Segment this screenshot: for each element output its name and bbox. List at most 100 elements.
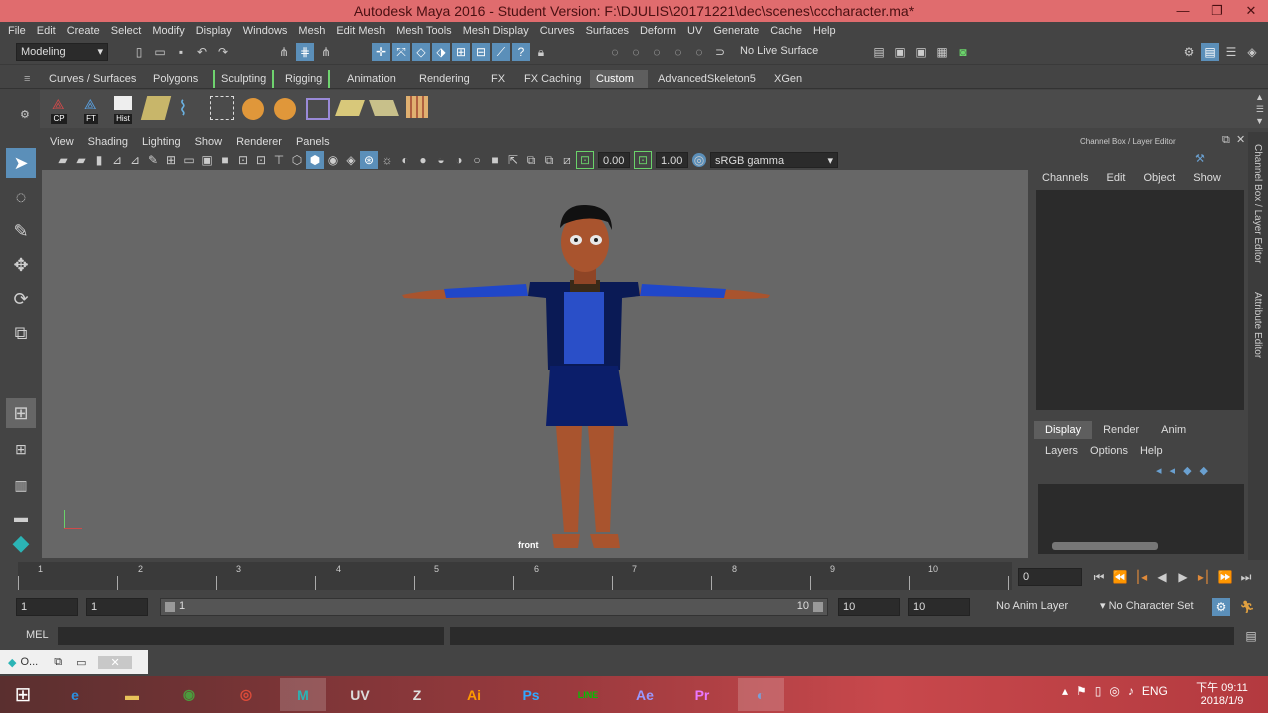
rotate-tool-icon[interactable]: ⟳: [6, 284, 36, 314]
cube-orange-icon[interactable]: [242, 98, 264, 120]
lasso-mesh-icon[interactable]: ◌: [690, 43, 708, 61]
playback-end-field[interactable]: 10: [838, 598, 900, 616]
play-back-icon[interactable]: ◀: [1153, 568, 1171, 586]
tab-rendering[interactable]: Rendering: [413, 70, 476, 88]
anim-prefs-icon[interactable]: ⚙: [1212, 598, 1230, 616]
show-menu[interactable]: Show: [1193, 172, 1221, 184]
render-view-icon[interactable]: ▤: [870, 43, 888, 61]
layer-list[interactable]: [1038, 484, 1244, 554]
attribute-editor-toggle-icon[interactable]: ▤: [1201, 43, 1219, 61]
step-forward-frame-icon[interactable]: ▸⎮: [1195, 568, 1213, 586]
snap-point-icon[interactable]: ◇: [412, 43, 430, 61]
menu-help[interactable]: Help: [813, 25, 836, 37]
menu-generate[interactable]: Generate: [713, 25, 759, 37]
outliner-layout-icon[interactable]: ▥: [6, 470, 36, 500]
layer-help-menu[interactable]: Help: [1140, 445, 1163, 457]
move-tool-icon[interactable]: ✥: [6, 250, 36, 280]
tab-layer-anim[interactable]: Anim: [1150, 421, 1197, 439]
safe-title-icon[interactable]: ⊤: [270, 151, 288, 169]
channels-menu[interactable]: Channels: [1042, 172, 1088, 184]
tab-layer-render[interactable]: Render: [1092, 421, 1150, 439]
minimized-window[interactable]: ◆ O... ⧉ ▭ ✕: [0, 650, 148, 674]
shadows-icon[interactable]: ☼: [378, 151, 396, 169]
use-all-lights-icon[interactable]: ⊛: [360, 151, 378, 169]
snap-edge-icon[interactable]: ⟋: [492, 43, 510, 61]
undo-icon[interactable]: ↶: [193, 43, 211, 61]
maximize-icon[interactable]: ▭: [76, 656, 86, 669]
lasso-tool-icon[interactable]: ◌: [6, 182, 36, 212]
tab-rigging[interactable]: Rigging: [279, 70, 331, 88]
animation-start-field[interactable]: 1: [16, 598, 78, 616]
tray-expand-icon[interactable]: ▴: [1062, 684, 1068, 698]
lock-icon[interactable]: 🔒︎: [532, 43, 550, 61]
menu-deform[interactable]: Deform: [640, 25, 676, 37]
textured-icon[interactable]: ◈: [342, 151, 360, 169]
single-perspective-layout-icon[interactable]: ⊞: [6, 398, 36, 428]
gate-mask-icon[interactable]: ■: [216, 151, 234, 169]
anim-layer-dropdown[interactable]: No Anim Layer: [992, 598, 1084, 616]
step-back-frame-icon[interactable]: ⎮◂: [1132, 568, 1150, 586]
select-object-icon[interactable]: ⋕: [296, 43, 314, 61]
minimize-button[interactable]: —: [1166, 0, 1200, 22]
camera-attributes-icon[interactable]: ▰: [54, 151, 72, 169]
menu-curves[interactable]: Curves: [540, 25, 575, 37]
tab-xgen[interactable]: XGen: [768, 70, 808, 88]
help-icon[interactable]: ?: [512, 43, 530, 61]
viewport-3d[interactable]: front: [42, 170, 1028, 558]
taskbar-app-button[interactable]: Pr: [679, 678, 725, 711]
play-forward-icon[interactable]: ▶: [1174, 568, 1192, 586]
close-button[interactable]: ✕: [1234, 0, 1268, 22]
script-editor-icon[interactable]: ▤: [1242, 627, 1260, 645]
motion-blur-icon[interactable]: ●: [414, 151, 432, 169]
panel-menu-lighting[interactable]: Lighting: [142, 136, 181, 148]
magnet-icon[interactable]: ⊃: [711, 43, 729, 61]
wireframe-icon[interactable]: ⬡: [288, 151, 306, 169]
hypershade-icon[interactable]: ◙: [954, 43, 972, 61]
camera-lock-icon[interactable]: ▰: [72, 151, 90, 169]
exposure-icon[interactable]: ⊡: [576, 151, 594, 169]
time-slider[interactable]: 1 2 3 4 5 6 7 8 9 10 0 ⏮ ⏪ ⎮◂ ◀ ▶ ▸⎮ ⏩ ⏭: [0, 560, 1268, 594]
smooth-shade-icon[interactable]: ⬢: [306, 151, 324, 169]
snap-plane-icon[interactable]: ⊟: [472, 43, 490, 61]
menu-edit[interactable]: Edit: [37, 25, 56, 37]
shelf-scroll-down-icon[interactable]: ▼: [1255, 116, 1264, 126]
snap-surface-icon[interactable]: ⊞: [452, 43, 470, 61]
paint-brush-icon[interactable]: ⌇: [178, 96, 202, 120]
lasso-curve-icon[interactable]: ◌: [648, 43, 666, 61]
live-surface-field[interactable]: No Live Surface: [736, 43, 826, 61]
float-panel-icon[interactable]: ⧉: [1222, 134, 1230, 147]
taskbar-app-button[interactable]: ▬: [109, 678, 155, 711]
layer-list-scrollbar[interactable]: [1052, 542, 1158, 550]
command-input[interactable]: [58, 627, 444, 645]
character-set-dropdown[interactable]: ▾ No Character Set: [1096, 598, 1202, 616]
new-layer-icon[interactable]: ◆: [1183, 464, 1191, 477]
range-start-handle[interactable]: [165, 602, 175, 612]
xray-active-icon[interactable]: ⧉: [522, 151, 540, 169]
render-current-icon[interactable]: ▣: [891, 43, 909, 61]
taskbar-app-button[interactable]: LINE: [565, 678, 611, 711]
network-icon[interactable]: ◎: [1109, 684, 1119, 698]
menu-select[interactable]: Select: [111, 25, 142, 37]
gamma-icon[interactable]: ⊡: [634, 151, 652, 169]
tab-sculpting[interactable]: Sculpting: [213, 70, 275, 88]
layer-move-down-icon[interactable]: ◂: [1170, 464, 1176, 477]
current-frame-field[interactable]: 0: [1018, 568, 1082, 586]
color-space-dropdown[interactable]: sRGB gamma ▾: [710, 152, 838, 168]
lasso-soft-icon[interactable]: ◌: [669, 43, 687, 61]
shelf-menu-icon[interactable]: ☰: [1256, 104, 1264, 115]
grid-select-icon[interactable]: [210, 96, 234, 120]
modeling-toolkit-icon[interactable]: ⚙: [1180, 43, 1198, 61]
snap-grid-icon[interactable]: ✛: [372, 43, 390, 61]
menu-file[interactable]: File: [8, 25, 26, 37]
select-tool-icon[interactable]: ➤: [6, 148, 36, 178]
plane-stack-icon[interactable]: [369, 100, 399, 116]
anti-aliasing-icon[interactable]: ◒: [432, 151, 450, 169]
panel-menu-show[interactable]: Show: [195, 136, 223, 148]
start-button[interactable]: ⊞: [0, 678, 46, 711]
range-slider[interactable]: 1 10: [160, 598, 828, 616]
step-back-key-icon[interactable]: ⏪: [1111, 568, 1129, 586]
taskbar-app-button[interactable]: Ae: [622, 678, 668, 711]
new-scene-icon[interactable]: ▯: [130, 43, 148, 61]
tab-curves-surfaces[interactable]: Curves / Surfaces: [43, 70, 142, 88]
xray-joints-icon[interactable]: ■: [486, 151, 504, 169]
